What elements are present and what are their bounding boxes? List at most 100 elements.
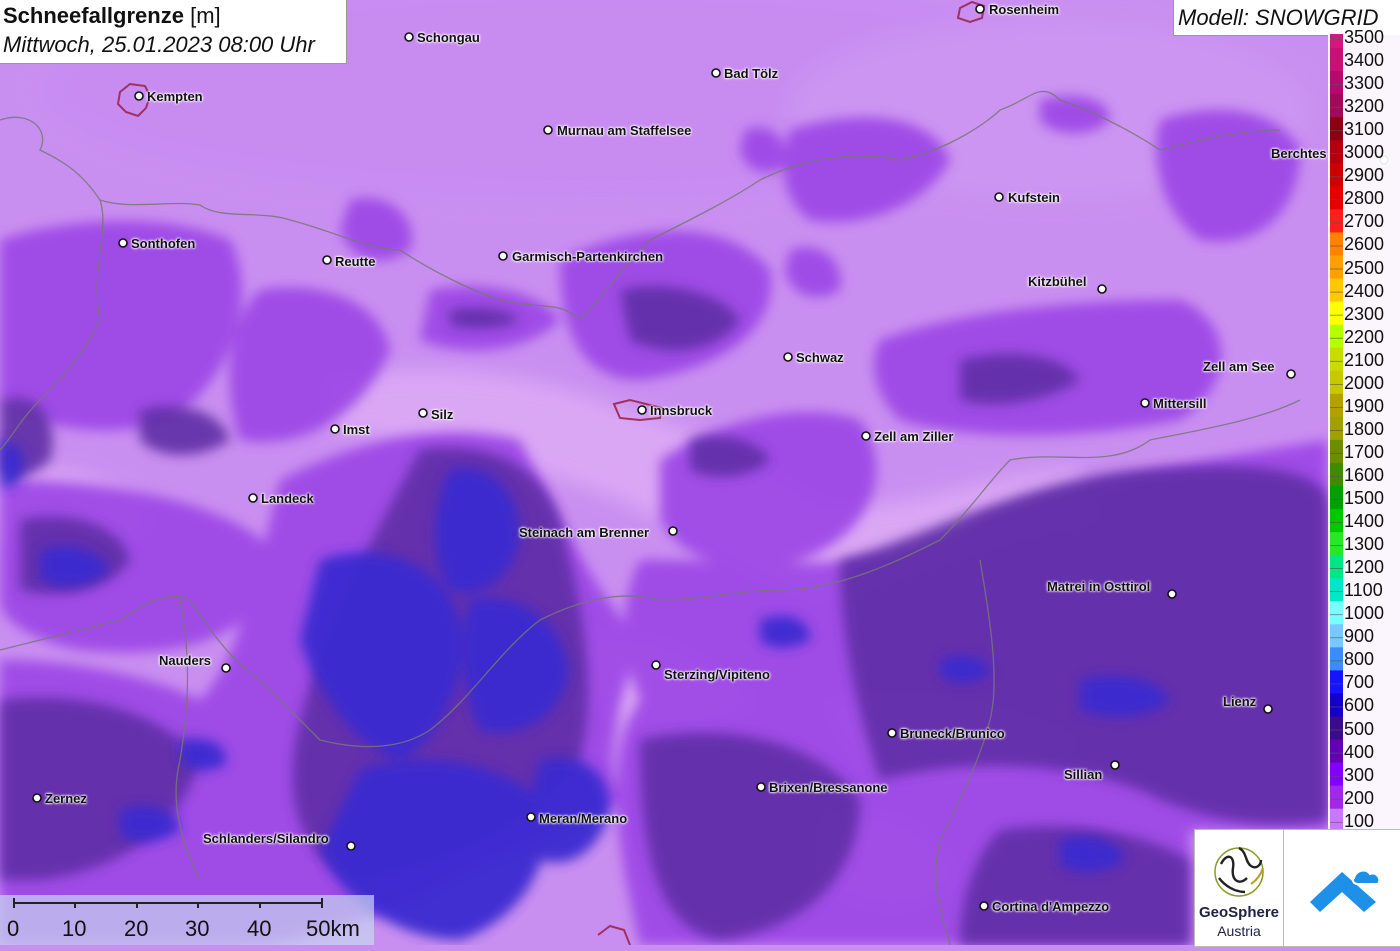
city-label-zell-am-see: Zell am See [1203,359,1275,374]
legend-swatch [1330,117,1343,142]
color-legend: 3500 3400 3300 3200 3100 3000 2900 2800 2700 2600… [1328,27,1400,831]
legend-swatch [1330,439,1343,464]
legend-swatch [1330,808,1343,830]
legend-label: 2600 [1344,234,1385,255]
city-marker [975,4,985,14]
legend-label: 200 [1344,787,1375,808]
city-label-kempten: Kempten [147,89,203,104]
legend-label: 1100 [1344,580,1383,601]
legend-label: 2200 [1344,326,1385,347]
legend-label: 900 [1344,626,1375,647]
city-marker [32,793,42,803]
legend-label: 1300 [1344,534,1385,555]
legend-label: 1900 [1344,395,1385,416]
city-label-garmisch: Garmisch-Partenkirchen [512,249,664,264]
legend-label: 2800 [1344,188,1385,209]
city-label-lienz: Lienz [1223,694,1257,709]
legend-label: 1200 [1344,557,1385,578]
legend-swatch [1330,462,1343,487]
legend-swatch [1330,509,1343,534]
legend-label: 3100 [1344,119,1385,140]
legend-swatch [1330,393,1343,418]
city-marker [1167,589,1177,599]
legend-swatch [1330,532,1343,557]
city-marker [1263,704,1273,714]
legend-label: 2900 [1344,165,1385,186]
legend-swatch [1330,416,1343,441]
legend-swatch [1330,232,1343,257]
city-marker [711,68,721,78]
scale-bar: 0 10 20 30 40 50km [0,895,374,945]
legend-label: 2300 [1344,303,1385,324]
legend-label: 3400 [1344,50,1385,71]
legend-swatch [1330,94,1343,119]
scale-tick-0: 0 [7,916,20,941]
weather-app-logo[interactable] [1283,829,1400,947]
legend-color-bar [1330,34,1343,830]
city-marker [498,251,508,261]
legend-swatch [1330,324,1343,349]
legend-label: 2500 [1344,257,1385,278]
legend-swatch [1330,647,1343,672]
city-marker [861,431,871,441]
city-marker [637,405,647,415]
legend-swatch [1330,48,1343,73]
legend-swatch [1330,739,1343,764]
city-marker [651,660,661,670]
legend-swatch [1330,278,1343,303]
geosphere-name: GeoSphere [1198,904,1280,921]
city-label-sterzing: Sterzing/Vipiteno [664,667,770,682]
legend-swatch [1330,163,1343,188]
legend-swatch [1330,186,1343,211]
legend-label: 1400 [1344,511,1385,532]
map-subtitle-datetime: Mittwoch, 25.01.2023 08:00 Uhr [3,32,315,57]
city-label-zell-am-ziller: Zell am Ziller [874,429,954,444]
legend-swatch [1330,601,1343,626]
city-marker [1140,398,1150,408]
city-label-murnau: Murnau am Staffelsee [557,123,692,138]
city-label-imst: Imst [343,422,370,437]
legend-label: 3500 [1344,27,1385,47]
city-label-kufstein: Kufstein [1008,190,1060,205]
city-marker [418,408,428,418]
city-marker [543,125,553,135]
city-label-rosenheim: Rosenheim [989,2,1060,17]
city-label-schlanders: Schlanders/Silandro [203,831,329,846]
city-label-steinach: Steinach am Brenner [519,525,650,540]
weather-app-icon [1310,869,1381,912]
city-label-innsbruck: Innsbruck [650,403,713,418]
scale-tick-40: 40 [247,916,272,941]
map-title-box: Schneefallgrenze [m] Mittwoch, 25.01.202… [0,0,347,64]
city-marker [994,192,1004,202]
legend-label: 500 [1344,718,1375,739]
legend-label: 400 [1344,741,1375,762]
city-label-bruneck: Bruneck/Brunico [900,726,1005,741]
city-marker [526,812,536,822]
legend-label: 1800 [1344,418,1385,439]
legend-label: 2400 [1344,280,1385,301]
city-marker [887,728,897,738]
city-marker [1097,284,1107,294]
snowfall-limit-map[interactable] [0,0,1400,945]
geosphere-logo[interactable]: GeoSphere Austria [1194,829,1284,947]
city-label-sonthofen: Sonthofen [131,236,196,251]
legend-swatch [1330,785,1343,810]
city-label-schwaz: Schwaz [796,350,844,365]
legend-swatch [1330,716,1343,741]
legend-swatch [1330,71,1343,96]
city-label-kitzbuehel: Kitzbühel [1028,274,1087,289]
legend-swatch [1330,693,1343,718]
legend-label: 3300 [1344,73,1385,94]
scale-tick-30: 30 [185,916,210,941]
city-marker [783,352,793,362]
title-parameter: Schneefallgrenze [3,3,184,28]
scale-tick-10: 10 [62,916,87,941]
city-label-sillian: Sillian [1064,767,1103,782]
legend-label: 700 [1344,672,1375,693]
legend-label: 300 [1344,764,1375,785]
city-label-berchtesgaden: Berchtes [1271,146,1327,161]
city-label-meran: Meran/Merano [539,811,628,826]
city-marker [668,526,678,536]
city-marker [1110,760,1120,770]
city-label-cortina: Cortina d'Ampezzo [992,899,1110,914]
